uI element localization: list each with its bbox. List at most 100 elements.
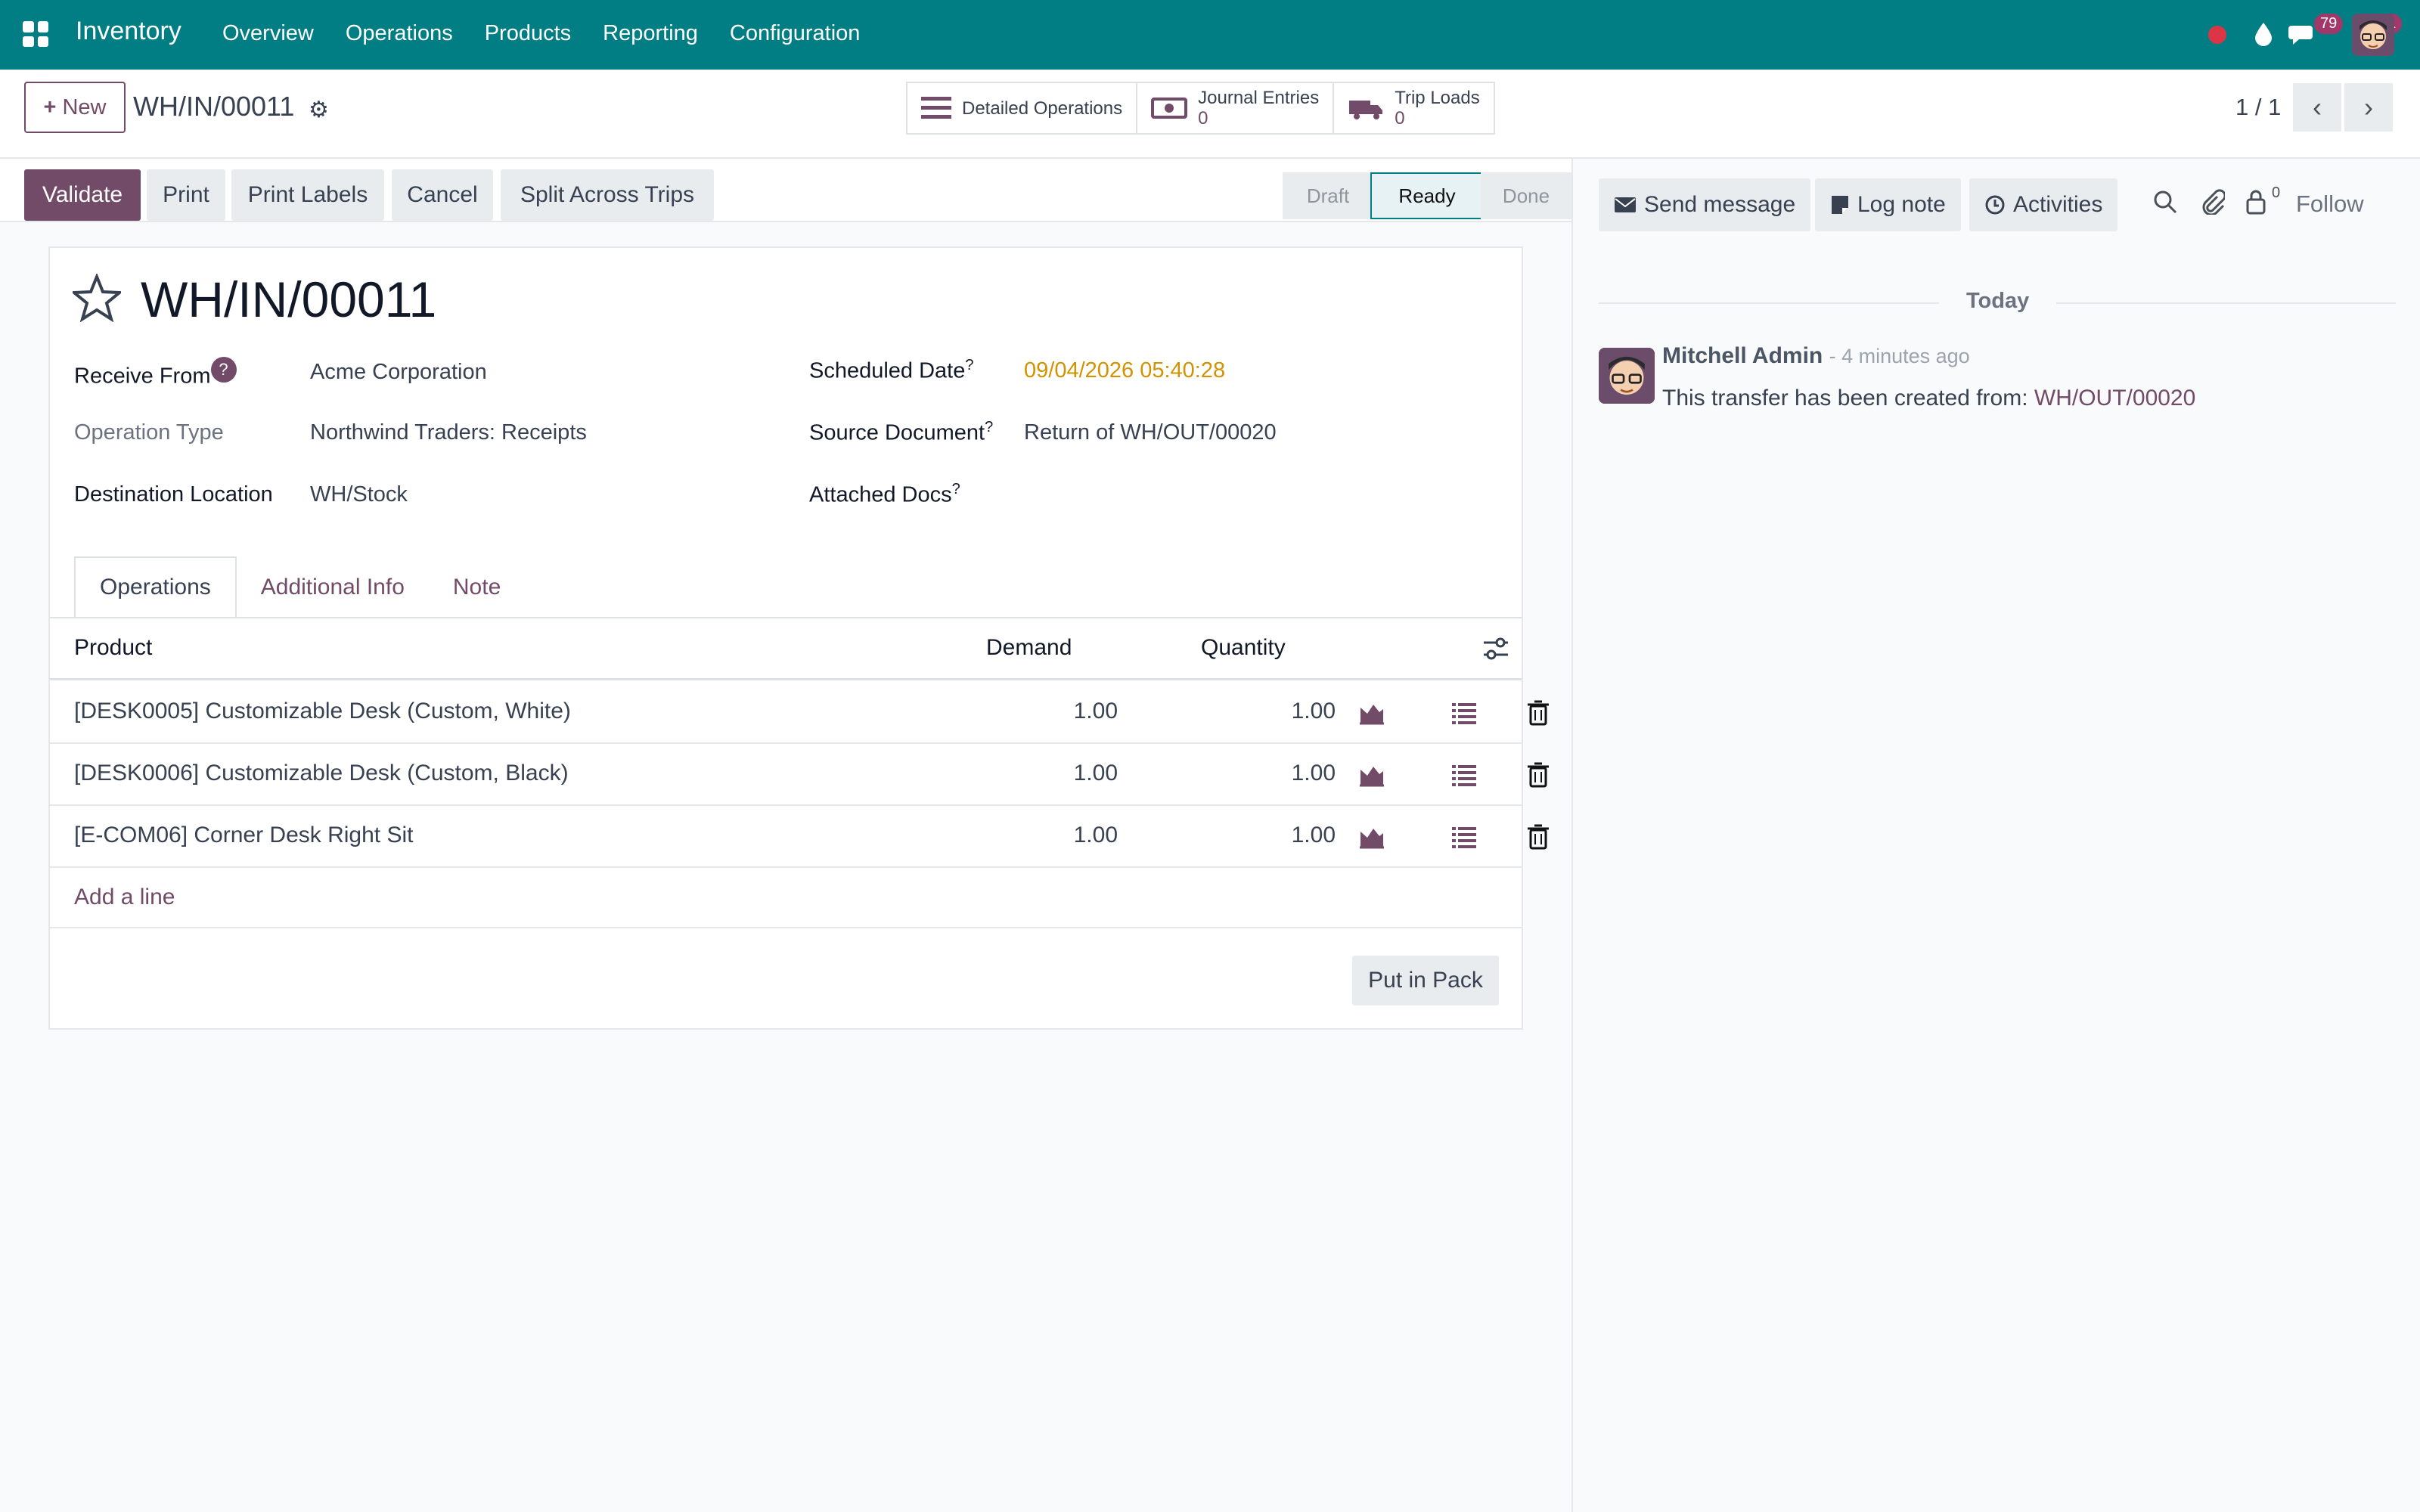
droplet-icon[interactable] — [2252, 21, 2275, 47]
trash-icon[interactable] — [1525, 823, 1552, 850]
user-avatar[interactable] — [2352, 14, 2394, 56]
validate-button[interactable]: Validate — [24, 169, 141, 221]
row-product[interactable]: [E-COM06] Corner Desk Right Sit — [74, 823, 413, 848]
follow-button[interactable]: Follow — [2296, 191, 2364, 218]
truck-icon — [1349, 101, 1383, 119]
tab-operations[interactable]: Operations — [74, 556, 237, 618]
breadcrumb: WH/IN/00011 — [133, 91, 295, 122]
smart-buttons: Detailed Operations Journal Entries 0 Tri… — [906, 82, 1495, 135]
stage-done[interactable]: Done — [1481, 172, 1571, 219]
pager-previous-button[interactable]: ‹ — [2293, 83, 2341, 132]
list-details-icon[interactable] — [1450, 823, 1478, 850]
journal-entries-count: 0 — [1198, 108, 1208, 129]
table-row[interactable]: [DESK0005] Customizable Desk (Custom, Wh… — [50, 682, 1549, 744]
chevron-right-icon: › — [2364, 91, 2373, 122]
stage-draft[interactable]: Draft — [1283, 172, 1373, 219]
log-note-button[interactable]: Log note — [1815, 178, 1961, 231]
followers-lock-icon[interactable] — [2245, 189, 2267, 215]
menu-configuration[interactable]: Configuration — [730, 21, 861, 46]
table-row[interactable]: [DESK0006] Customizable Desk (Custom, Bl… — [50, 744, 1549, 806]
navbar: Inventory Overview Operations Products R… — [0, 0, 2420, 70]
put-in-pack-button[interactable]: Put in Pack — [1352, 956, 1499, 1005]
row-product[interactable]: [DESK0005] Customizable Desk (Custom, Wh… — [74, 699, 571, 724]
record-dot-icon[interactable] — [2208, 26, 2226, 44]
trash-icon[interactable] — [1525, 761, 1552, 788]
pager-next-button[interactable]: › — [2344, 83, 2393, 132]
messages-badge: 79 — [2314, 14, 2344, 34]
row-demand: 1.00 — [1073, 699, 1118, 723]
stage-ready[interactable]: Ready — [1370, 172, 1484, 219]
activities-button[interactable]: Activities — [1969, 178, 2118, 231]
help-tooltip-icon[interactable]: ? — [210, 357, 237, 383]
message-body: This transfer has been created from: WH/… — [1662, 386, 2195, 411]
table-footer-divider — [50, 927, 1522, 928]
help-mark-icon[interactable]: ? — [952, 481, 960, 497]
row-quantity[interactable]: 1.00 — [1237, 699, 1336, 724]
split-across-trips-button[interactable]: Split Across Trips — [501, 169, 714, 221]
apps-menu-icon[interactable] — [23, 21, 48, 47]
trash-icon[interactable] — [1525, 699, 1552, 726]
receive-from-label-text: Receive From — [74, 364, 211, 389]
message-author[interactable]: Mitchell Admin — [1662, 343, 1823, 368]
list-details-icon[interactable] — [1450, 761, 1478, 788]
receive-from-label: Receive From? — [74, 357, 237, 389]
help-mark-icon[interactable]: ? — [985, 419, 993, 435]
journal-entries-text: Journal Entries — [1198, 88, 1320, 108]
row-quantity[interactable]: 1.00 — [1237, 761, 1336, 786]
avatar-face-icon — [1599, 348, 1655, 404]
send-message-button[interactable]: Send message — [1599, 178, 1811, 231]
send-message-label: Send message — [1644, 192, 1796, 217]
source-document-label: Source Document? — [809, 419, 993, 446]
operation-type-field[interactable]: Northwind Traders: Receipts — [310, 420, 587, 445]
tab-additional-info[interactable]: Additional Info — [237, 556, 429, 618]
note-icon — [1832, 196, 1848, 214]
receive-from-field[interactable]: Acme Corporation — [310, 360, 487, 385]
destination-location-field[interactable]: WH/Stock — [310, 482, 408, 507]
list-details-icon[interactable] — [1450, 699, 1478, 726]
scheduled-date-field[interactable]: 09/04/2026 05:40:28 — [1024, 358, 1225, 383]
row-quantity[interactable]: 1.00 — [1237, 823, 1336, 848]
forecast-chart-icon[interactable] — [1358, 761, 1385, 788]
menu-products[interactable]: Products — [485, 21, 571, 46]
menu-reporting[interactable]: Reporting — [603, 21, 698, 46]
print-button[interactable]: Print — [147, 169, 225, 221]
search-icon[interactable] — [2152, 189, 2178, 215]
row-product[interactable]: [DESK0006] Customizable Desk (Custom, Bl… — [74, 761, 569, 786]
forecast-chart-icon[interactable] — [1358, 823, 1385, 850]
trip-loads-count: 0 — [1395, 108, 1405, 129]
menu-overview[interactable]: Overview — [222, 21, 314, 46]
table-header: Product Demand Quantity — [50, 618, 1522, 680]
message-author-avatar[interactable] — [1599, 348, 1655, 404]
column-product[interactable]: Product — [74, 635, 152, 661]
source-document-label-text: Source Document — [809, 420, 985, 445]
gear-icon[interactable]: ⚙ — [309, 97, 329, 123]
menu-operations[interactable]: Operations — [346, 21, 453, 46]
attached-docs-label: Attached Docs? — [809, 481, 960, 508]
message-link[interactable]: WH/OUT/00020 — [2034, 386, 2195, 411]
scheduled-date-label: Scheduled Date? — [809, 357, 974, 384]
star-favorite-icon[interactable] — [73, 274, 121, 322]
help-mark-icon[interactable]: ? — [965, 357, 973, 373]
trip-loads-button[interactable]: Trip Loads 0 — [1334, 83, 1494, 133]
source-document-field[interactable]: Return of WH/OUT/00020 — [1024, 420, 1277, 445]
row-demand: 1.00 — [1073, 761, 1118, 785]
new-button[interactable]: + New — [24, 82, 126, 133]
column-demand[interactable]: Demand — [986, 635, 1072, 661]
tab-note[interactable]: Note — [429, 556, 525, 618]
destination-location-label: Destination Location — [74, 482, 273, 507]
scheduled-date-label-text: Scheduled Date — [809, 358, 966, 383]
add-a-line-link[interactable]: Add a line — [74, 885, 175, 910]
column-quantity[interactable]: Quantity — [1201, 635, 1286, 661]
app-name[interactable]: Inventory — [76, 17, 182, 46]
bars-icon — [921, 97, 951, 119]
optional-columns-sliders-icon[interactable] — [1482, 635, 1509, 662]
envelope-icon — [1615, 197, 1636, 212]
table-row[interactable]: [E-COM06] Corner Desk Right Sit 1.00 1.0… — [50, 806, 1549, 868]
forecast-chart-icon[interactable] — [1358, 699, 1385, 726]
cancel-button[interactable]: Cancel — [392, 169, 493, 221]
pager-value[interactable]: 1 / 1 — [2235, 94, 2281, 121]
paperclip-icon[interactable] — [2199, 189, 2225, 215]
detailed-operations-button[interactable]: Detailed Operations — [908, 83, 1138, 133]
journal-entries-button[interactable]: Journal Entries 0 — [1137, 83, 1335, 133]
print-labels-button[interactable]: Print Labels — [231, 169, 384, 221]
